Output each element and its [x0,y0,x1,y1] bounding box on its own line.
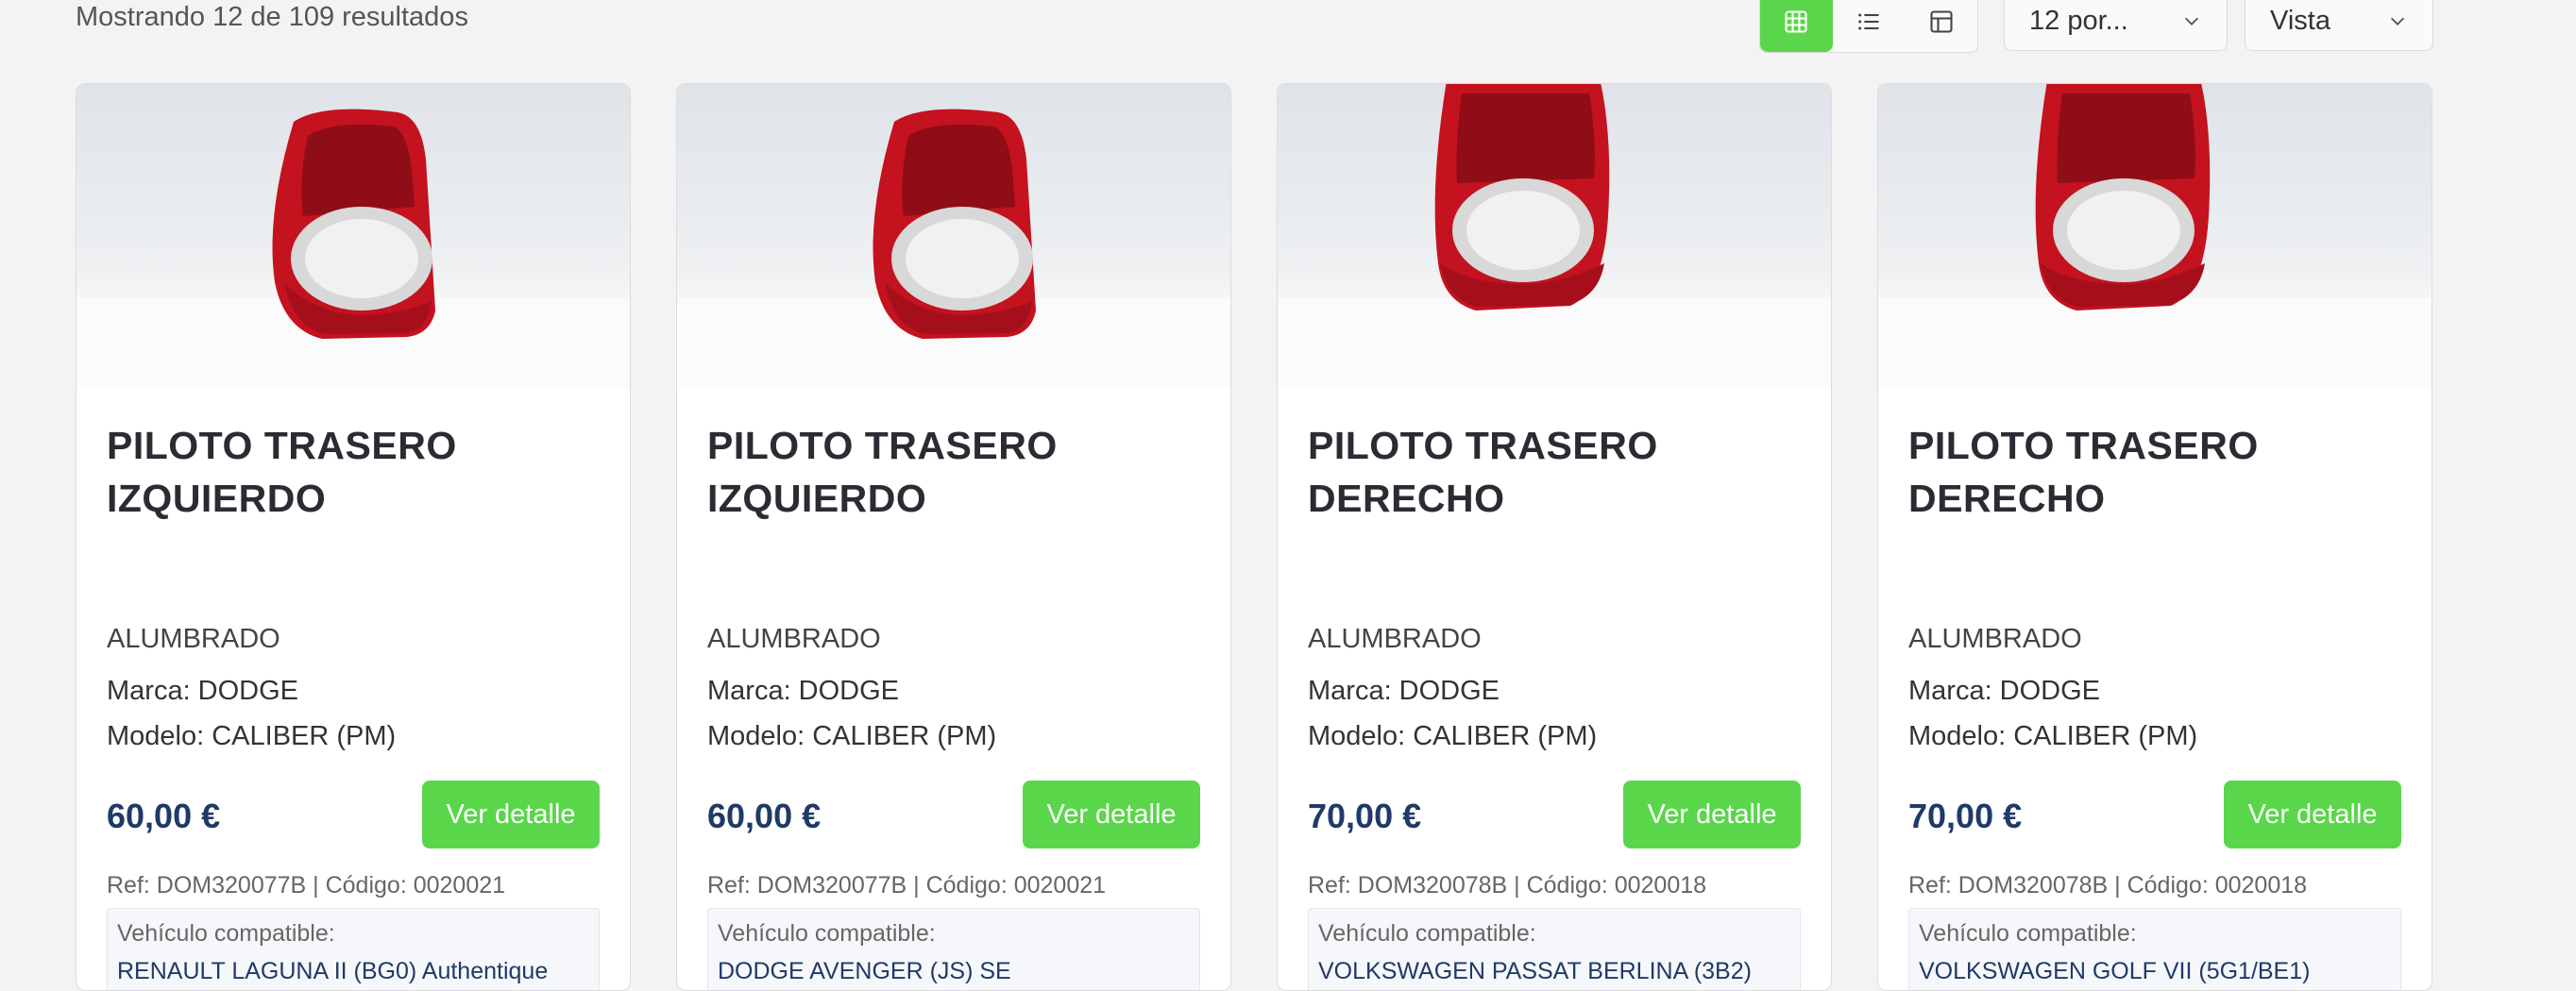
product-card[interactable]: PILOTO TRASERO IZQUIERDO ALUMBRADO Marca… [76,83,631,991]
product-title[interactable]: PILOTO TRASERO DERECHO [1908,419,2401,525]
per-page-select[interactable]: 12 por... [2004,0,2228,51]
product-title[interactable]: PILOTO TRASERO IZQUIERDO [107,419,600,525]
product-category: ALUMBRADO [1308,624,1482,654]
product-card[interactable]: PILOTO TRASERO DERECHO ALUMBRADO Marca: … [1877,83,2432,991]
grid-view-icon [1785,10,1807,33]
results-toolbar: Mostrando 12 de 109 resultados 12 por...… [76,0,2433,53]
view-select[interactable]: Vista [2245,0,2433,51]
view-detail-button[interactable]: Ver detalle [1023,781,1200,848]
product-model: Modelo: CALIBER (PM) [1308,721,1598,751]
view-select-value: Vista [2270,5,2330,36]
product-model: Modelo: CALIBER (PM) [707,721,997,751]
table-view-button[interactable] [1905,0,1977,52]
compatible-vehicle-label: Vehículo compatible: [1919,920,2137,947]
product-image[interactable] [76,84,630,388]
view-detail-button[interactable]: Ver detalle [422,781,600,848]
product-reference: Ref: DOM320078B | Código: 0020018 [1908,872,2308,899]
product-brand: Marca: DODGE [1308,676,1500,706]
product-price: 60,00 € [107,797,221,835]
tail-light-image [272,109,435,340]
list-view-icon [1858,13,1879,30]
list-view-button[interactable] [1833,0,1906,52]
tail-light-image [2035,84,2211,311]
compatible-vehicle-label: Vehículo compatible: [718,920,936,947]
per-page-value: 12 por... [2029,5,2128,36]
compatible-vehicle-label: Vehículo compatible: [117,920,335,947]
product-brand: Marca: DODGE [1908,676,2101,706]
compatible-vehicle-label: Vehículo compatible: [1318,920,1536,947]
product-price: 70,00 € [1908,797,2023,835]
chevron-down-icon [2390,17,2405,25]
product-image[interactable] [677,84,1230,388]
compatible-vehicle-box: Vehículo compatible: VOLKSWAGEN GOLF VII… [1908,908,2401,990]
product-title[interactable]: PILOTO TRASERO IZQUIERDO [707,419,1200,525]
product-image[interactable] [1878,84,2432,388]
compatible-vehicle-box: Vehículo compatible: RENAULT LAGUNA II (… [107,908,600,990]
product-category: ALUMBRADO [1908,624,2082,654]
table-view-icon [1930,10,1953,33]
product-model: Modelo: CALIBER (PM) [107,721,397,751]
view-detail-button[interactable]: Ver detalle [1623,781,1801,848]
compatible-vehicle-box: Vehículo compatible: VOLKSWAGEN PASSAT B… [1308,908,1801,990]
compatible-vehicle-box: Vehículo compatible: DODGE AVENGER (JS) … [707,908,1200,990]
product-brand: Marca: DODGE [107,676,299,706]
view-detail-button[interactable]: Ver detalle [2224,781,2401,848]
tail-light-image [1434,84,1610,311]
tail-light-image [873,109,1036,340]
product-category: ALUMBRADO [107,624,280,654]
product-brand: Marca: DODGE [707,676,900,706]
compatible-vehicle-value: VOLKSWAGEN PASSAT BERLINA (3B2) Comfortl… [1318,958,1752,990]
product-model: Modelo: CALIBER (PM) [1908,721,2198,751]
product-category: ALUMBRADO [707,624,881,654]
product-card[interactable]: PILOTO TRASERO DERECHO ALUMBRADO Marca: … [1277,83,1832,991]
view-mode-switch [1759,0,1978,53]
product-reference: Ref: DOM320077B | Código: 0020021 [707,872,1107,899]
compatible-vehicle-value: VOLKSWAGEN GOLF VII (5G1/BE1) Advance Bl… [1919,958,2311,990]
grid-view-button[interactable] [1760,0,1833,52]
product-card[interactable]: PILOTO TRASERO IZQUIERDO ALUMBRADO Marca… [676,83,1231,991]
product-title[interactable]: PILOTO TRASERO DERECHO [1308,419,1801,525]
product-price: 70,00 € [1308,797,1422,835]
product-reference: Ref: DOM320078B | Código: 0020018 [1308,872,1707,899]
results-count: Mostrando 12 de 109 resultados [76,2,468,32]
product-reference: Ref: DOM320077B | Código: 0020021 [107,872,506,899]
product-price: 60,00 € [707,797,822,835]
chevron-down-icon [2184,17,2199,25]
product-image[interactable] [1278,84,1831,388]
